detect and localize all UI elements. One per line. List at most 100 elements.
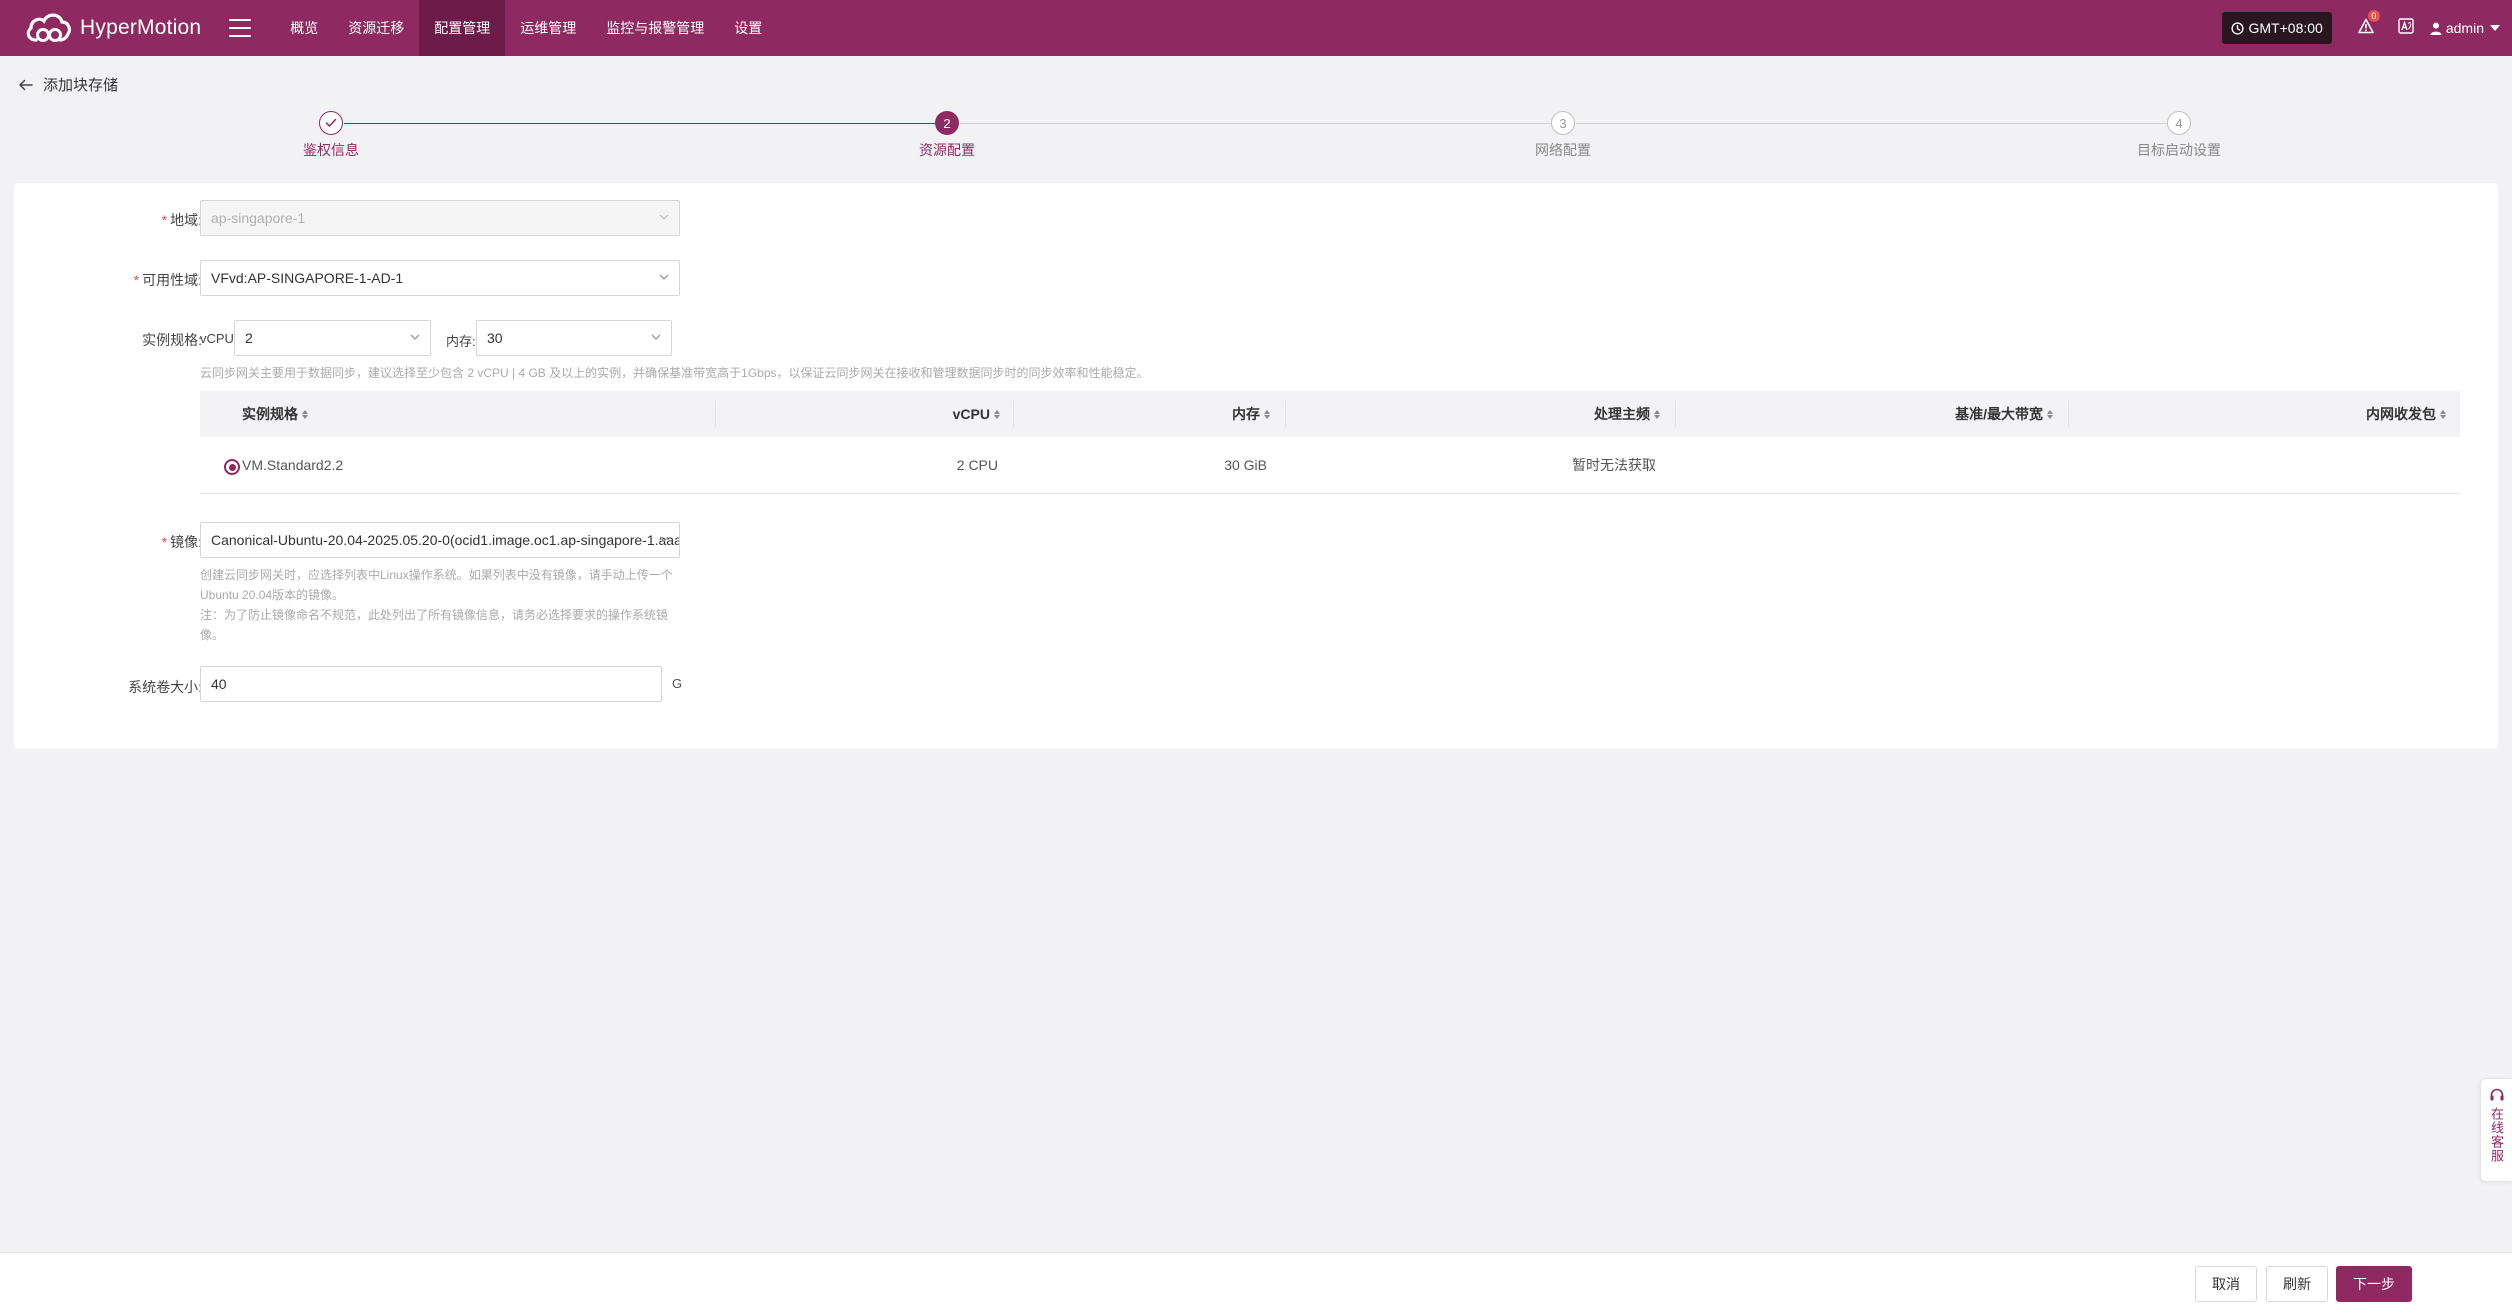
- image-hint: 创建云同步网关时，应选择列表中Linux操作系统。如果列表中没有镜像，请手动上传…: [200, 565, 680, 645]
- vcpu-label: vCPU:: [200, 331, 238, 346]
- resource-config-form: * 地域: ap-singapore-1 * 可用性域: VFvd:AP-SINGA…: [14, 183, 2498, 749]
- cancel-button[interactable]: 取消: [2195, 1266, 2257, 1302]
- col-vcpu[interactable]: vCPU: [953, 391, 1000, 437]
- language-button[interactable]: [2398, 17, 2414, 39]
- column-divider: [715, 401, 716, 427]
- column-divider: [2068, 401, 2069, 427]
- required-mark: *: [133, 272, 140, 288]
- row-radio[interactable]: [224, 459, 240, 475]
- required-mark: *: [161, 534, 168, 550]
- brand-logo[interactable]: HyperMotion: [22, 8, 201, 48]
- region-select[interactable]: ap-singapore-1: [200, 200, 680, 236]
- chevron-down-icon: [410, 334, 420, 340]
- chevron-down-icon: [659, 214, 669, 220]
- user-menu[interactable]: admin: [2430, 20, 2500, 36]
- back-arrow-icon[interactable]: [18, 79, 33, 91]
- instance-spec-hint: 云同步网关主要用于数据同步，建议选择至少包含 2 vCPU | 4 GB 及以上…: [200, 366, 1149, 380]
- step-label: 目标启动设置: [2137, 142, 2221, 158]
- step-resource-config[interactable]: 2 资源配置: [847, 110, 1047, 160]
- check-icon: [319, 111, 343, 135]
- system-disk-label: 系统卷大小:: [128, 679, 202, 695]
- image-hint-note: 注：为了防止镜像命名不规范，此处列出了所有镜像信息，请务必选择要求的操作系统镜像…: [200, 608, 669, 642]
- required-mark: *: [161, 212, 168, 228]
- timezone-label: GMT+08:00: [2248, 20, 2323, 36]
- instance-spec-label: 实例规格:: [142, 332, 202, 348]
- language-icon: [2398, 17, 2414, 34]
- memory-value: 30: [487, 330, 503, 346]
- sort-icon: [1264, 409, 1270, 419]
- user-icon: [2430, 22, 2442, 35]
- col-memory[interactable]: 内存: [1232, 391, 1270, 437]
- sort-icon: [1654, 409, 1660, 419]
- clock-icon: [2230, 21, 2244, 35]
- step-number: 3: [1551, 111, 1575, 135]
- step-label: 网络配置: [1535, 142, 1591, 158]
- notification-button[interactable]: 0: [2358, 9, 2380, 39]
- brand-name: HyperMotion: [80, 16, 202, 39]
- wizard-steps: 鉴权信息 2 资源配置 3 网络配置 4 目标启动设置: [0, 110, 2512, 170]
- chevron-down-icon: [659, 536, 669, 542]
- nav-monitoring-alerts[interactable]: 监控与报警管理: [591, 0, 719, 56]
- top-navigation-bar: HyperMotion 概览 资源迁移 配置管理 运维管理 监控与报警管理 设置…: [0, 0, 2512, 56]
- col-bandwidth[interactable]: 基准/最大带宽: [1955, 391, 2053, 437]
- sort-icon: [2047, 409, 2053, 419]
- main-nav: 概览 资源迁移 配置管理 运维管理 监控与报警管理 设置: [275, 0, 777, 56]
- cloud-logo-icon: [26, 13, 71, 42]
- availability-domain-value: VFvd:AP-SINGAPORE-1-AD-1: [211, 270, 404, 286]
- vcpu-select[interactable]: 2: [234, 320, 431, 356]
- nav-settings[interactable]: 设置: [719, 0, 777, 56]
- column-divider: [1675, 401, 1676, 427]
- cell-cpu-frequency: 暂时无法获取: [1572, 457, 1656, 473]
- next-step-button[interactable]: 下一步: [2336, 1266, 2412, 1302]
- col-cpu-frequency[interactable]: 处理主频: [1594, 391, 1660, 437]
- timezone-button[interactable]: GMT+08:00: [2221, 12, 2332, 44]
- table-header: 实例规格 vCPU 内存 处理主频 基准/最大带宽 内网收发包: [200, 391, 2460, 437]
- availability-domain-select[interactable]: VFvd:AP-SINGAPORE-1-AD-1: [200, 260, 680, 296]
- menu-toggle-icon[interactable]: [229, 19, 252, 37]
- step-number: 4: [2167, 111, 2191, 135]
- page-title: 添加块存储: [43, 77, 119, 94]
- online-support-label: 在线客服: [2489, 1107, 2504, 1163]
- step-number: 2: [935, 111, 959, 135]
- col-instance-spec[interactable]: 实例规格: [242, 391, 308, 437]
- notification-badge: 0: [2367, 9, 2380, 22]
- column-divider: [1013, 401, 1014, 427]
- cell-memory: 30 GiB: [1224, 457, 1267, 473]
- step-network-config[interactable]: 3 网络配置: [1463, 110, 1663, 160]
- memory-label: 内存:: [446, 334, 476, 349]
- column-divider: [1285, 401, 1286, 427]
- system-disk-input[interactable]: [200, 666, 662, 702]
- online-support-button[interactable]: 在线客服: [2480, 1078, 2512, 1182]
- nav-overview[interactable]: 概览: [275, 0, 333, 56]
- availability-domain-label: * 可用性域:: [133, 272, 202, 288]
- region-value: ap-singapore-1: [211, 210, 306, 226]
- user-name: admin: [2445, 20, 2484, 36]
- table-row[interactable]: VM.Standard2.2 2 CPU 30 GiB 暂时无法获取: [200, 437, 2460, 494]
- sort-icon: [994, 409, 1000, 419]
- image-value: Canonical-Ubuntu-20.04-2025.05.20-0(ocid…: [211, 532, 680, 548]
- sort-icon: [302, 409, 308, 419]
- nav-resource-migration[interactable]: 资源迁移: [333, 0, 419, 56]
- refresh-button[interactable]: 刷新: [2266, 1266, 2328, 1302]
- nav-ops-management[interactable]: 运维管理: [505, 0, 591, 56]
- step-auth-info[interactable]: 鉴权信息: [231, 110, 431, 160]
- chevron-down-icon: [651, 334, 661, 340]
- system-disk-unit: G: [672, 676, 683, 691]
- image-select[interactable]: Canonical-Ubuntu-20.04-2025.05.20-0(ocid…: [200, 522, 680, 558]
- image-label: * 镜像:: [161, 534, 202, 550]
- page-header: 添加块存储: [18, 74, 118, 95]
- footer-actions: 取消 刷新 下一步: [0, 1252, 2512, 1314]
- region-label: * 地域:: [161, 212, 202, 228]
- headset-icon: [2490, 1088, 2503, 1101]
- caret-down-icon: [2490, 25, 2500, 31]
- nav-config-management[interactable]: 配置管理: [419, 0, 506, 56]
- sort-icon: [2440, 409, 2446, 419]
- cell-instance-spec: VM.Standard2.2: [242, 457, 344, 473]
- memory-select[interactable]: 30: [476, 320, 672, 356]
- instance-spec-table: 实例规格 vCPU 内存 处理主频 基准/最大带宽 内网收发包 VM.Stand…: [200, 391, 2460, 494]
- step-label: 资源配置: [919, 142, 975, 158]
- step-target-boot-settings[interactable]: 4 目标启动设置: [2079, 110, 2279, 160]
- col-packets[interactable]: 内网收发包: [2366, 391, 2446, 437]
- topbar-tools: GMT+08:00 0 admin: [2221, 0, 2500, 56]
- step-label: 鉴权信息: [303, 142, 359, 158]
